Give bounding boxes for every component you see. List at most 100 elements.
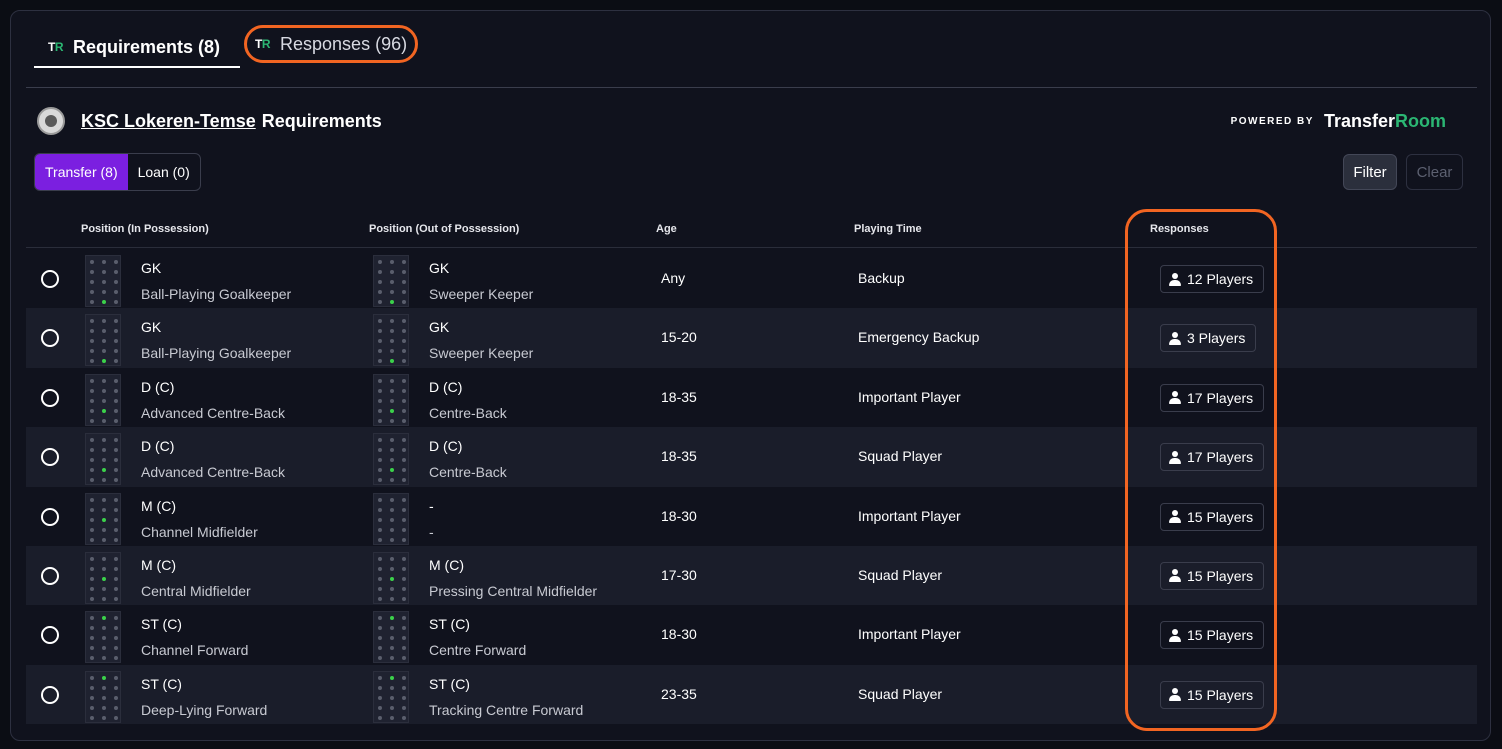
table-row[interactable]: ST (C) Channel Forward ST (C) Centre Forwar…	[26, 605, 1477, 664]
pitch-position-dot	[390, 388, 394, 393]
pitch-position-dot	[90, 715, 94, 720]
table-row[interactable]: D (C) Advanced Centre-Back D (C) Centre-Bac…	[26, 427, 1477, 487]
position-in-code: ST (C)	[141, 616, 182, 633]
pitch-position-dot	[90, 290, 94, 294]
pitch-position-dot	[114, 656, 118, 661]
pitch-position-dot	[378, 438, 382, 443]
pitch-position-dot	[402, 438, 406, 443]
table-row[interactable]: GK Ball-Playing Goalkeeper GK Sweeper Keepe…	[26, 308, 1477, 368]
responses-button[interactable]: 12 Players	[1160, 265, 1265, 293]
pitch-position-dot	[402, 270, 406, 274]
pitch-position-dot	[90, 349, 94, 354]
pitch-position-dot	[90, 556, 94, 561]
pitch-position-dot	[378, 408, 382, 413]
pitch-position-dot	[390, 527, 394, 532]
responses-button[interactable]: 15 Players	[1160, 502, 1265, 531]
table-row[interactable]: M (C) Channel Midfielder - -18-30 Important …	[26, 487, 1477, 546]
position-in-role: Ball-Playing Goalkeeper	[141, 286, 292, 302]
divider	[26, 87, 1477, 88]
club-name-link[interactable]: KSC Lokeren-Temse	[81, 111, 256, 132]
pitch-position-dot	[114, 626, 118, 631]
pitch-position-dot	[90, 388, 94, 393]
pitch-position-dot	[90, 497, 94, 502]
position-out-code: M (C)	[429, 556, 464, 573]
responses-button[interactable]: 15 Players	[1160, 621, 1265, 650]
position-out-role: Sweeper Keeper	[429, 345, 534, 362]
requirements-panel: TR Requirements (8) TR Responses (96) KS…	[10, 10, 1491, 741]
row-select-radio[interactable]	[41, 448, 59, 467]
pitch-position-dot	[378, 478, 382, 483]
position-out-pitch-icon	[373, 373, 409, 426]
position-in-role: Channel Forward	[141, 642, 249, 659]
tab-responses[interactable]: TR Responses (96)	[244, 25, 419, 63]
pitch-position-dot	[114, 260, 118, 264]
pitch-position-dot	[114, 438, 118, 443]
column-header-age: Age	[656, 223, 677, 235]
pitch-position-dot	[378, 468, 382, 473]
row-select-radio[interactable]	[41, 329, 59, 348]
pitch-position-dot	[378, 280, 382, 284]
pitch-position-dot	[402, 507, 406, 512]
tab-requirements[interactable]: TR Requirements (8)	[34, 28, 240, 68]
responses-button[interactable]: 3 Players	[1160, 324, 1257, 353]
filter-button[interactable]: Filter	[1343, 154, 1397, 190]
pitch-position-dot	[390, 517, 394, 522]
pitch-position-dot	[102, 468, 106, 473]
row-select-radio[interactable]	[41, 626, 59, 645]
pitch-position-dot	[390, 280, 394, 284]
pitch-position-dot	[402, 418, 406, 423]
pitch-position-dot	[102, 497, 106, 502]
row-select-radio[interactable]	[41, 507, 59, 526]
powered-by-text: POWERED BY	[1230, 116, 1314, 127]
responses-count: 15 Players	[1187, 627, 1254, 644]
playing-time-cell: Important Player	[858, 507, 961, 524]
pitch-position-dot	[102, 408, 106, 413]
age-cell: 15-20	[661, 329, 697, 346]
position-out-cell: D (C) Centre-Back	[429, 378, 507, 422]
pitch-position-dot	[390, 349, 394, 354]
clear-button[interactable]: Clear	[1406, 154, 1463, 190]
pitch-position-dot	[378, 586, 382, 591]
position-out-code: D (C)	[429, 438, 463, 455]
pitch-position-dot	[102, 260, 106, 264]
position-in-pitch-icon	[85, 373, 121, 426]
table-row[interactable]: GK Ball-Playing Goalkeeper GK Sweeper Keepe…	[26, 249, 1477, 308]
table-row[interactable]: ST (C) Deep-Lying Forward ST (C) Tracking C…	[26, 664, 1477, 725]
position-in-role: Deep-Lying Forward	[141, 701, 268, 718]
pitch-position-dot	[390, 270, 394, 274]
loan-toggle-button[interactable]: Loan (0)	[128, 154, 200, 190]
position-in-cell: GK Ball-Playing Goalkeeper	[141, 318, 291, 362]
row-select-radio[interactable]	[41, 388, 59, 407]
row-select-radio[interactable]	[41, 566, 59, 585]
row-select-radio[interactable]	[41, 270, 59, 288]
responses-button[interactable]: 17 Players	[1160, 383, 1265, 412]
pitch-position-dot	[390, 636, 394, 641]
pitch-position-dot	[402, 300, 406, 304]
position-in-role: Channel Midfielder	[141, 523, 258, 540]
pitch-position-dot	[390, 566, 394, 571]
pitch-position-dot	[402, 537, 406, 542]
pitch-position-dot	[90, 626, 94, 631]
pitch-position-dot	[102, 695, 106, 700]
responses-button[interactable]: 15 Players	[1160, 680, 1265, 709]
pitch-position-dot	[390, 586, 394, 591]
table-row[interactable]: D (C) Advanced Centre-Back D (C) Centre-Bac…	[26, 368, 1477, 427]
pitch-position-dot	[378, 270, 382, 274]
pitch-position-dot	[102, 418, 106, 423]
pitch-position-dot	[114, 378, 118, 383]
table-row[interactable]: M (C) Central Midfielder M (C) Pressing Cen…	[26, 545, 1477, 606]
pitch-position-dot	[102, 576, 106, 581]
pitch-position-dot	[102, 270, 106, 274]
pitch-position-dot	[390, 685, 394, 690]
row-select-radio[interactable]	[41, 685, 59, 704]
responses-button[interactable]: 17 Players	[1160, 443, 1265, 472]
pitch-position-dot	[402, 636, 406, 641]
pitch-position-dot	[102, 566, 106, 571]
pitch-position-dot	[390, 507, 394, 512]
transferroom-logo-icon: TR	[48, 40, 64, 54]
pitch-position-dot	[390, 418, 394, 423]
pitch-position-dot	[402, 596, 406, 601]
responses-button[interactable]: 15 Players	[1160, 561, 1265, 590]
pitch-position-dot	[90, 339, 94, 344]
transfer-toggle-button[interactable]: Transfer (8)	[35, 154, 128, 190]
